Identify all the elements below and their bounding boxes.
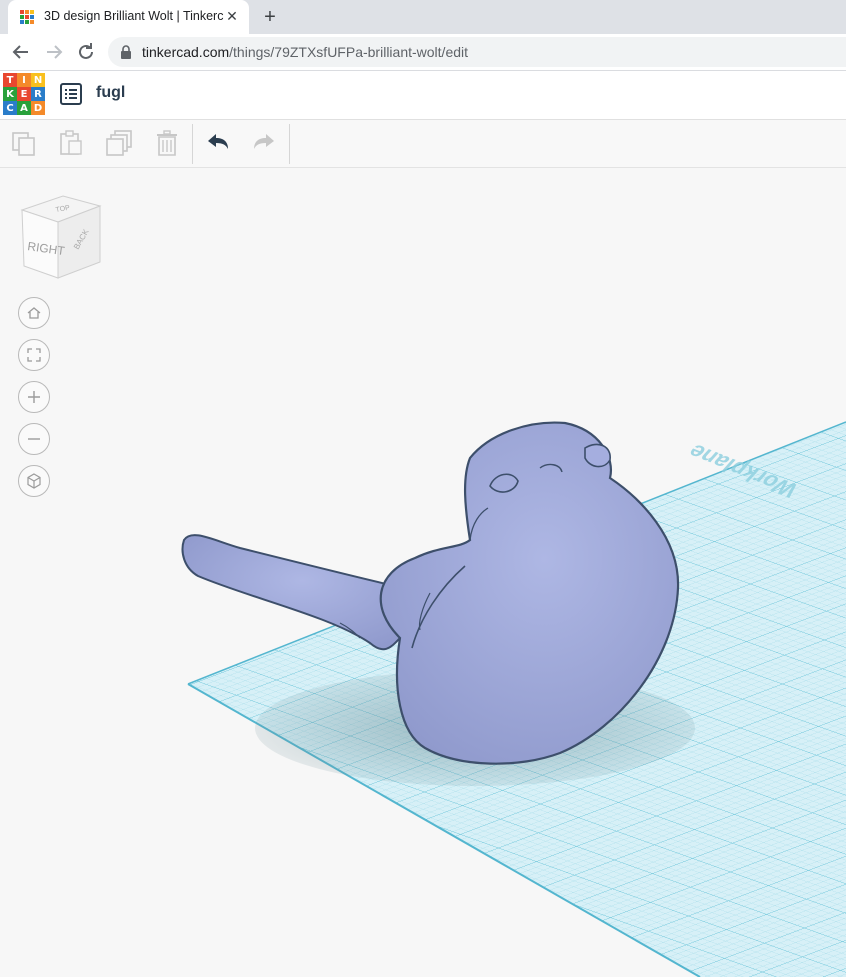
- zoom-in-icon[interactable]: [18, 381, 50, 413]
- logo-letter-a: A: [17, 101, 31, 115]
- copy-icon[interactable]: [9, 128, 39, 158]
- toolbar-divider: [192, 124, 193, 164]
- view-cube[interactable]: TOP RIGHT BACK: [18, 192, 106, 284]
- zoom-out-icon[interactable]: [18, 423, 50, 455]
- edit-toolbar: [0, 120, 846, 168]
- fit-view-icon[interactable]: [18, 339, 50, 371]
- toolbar-divider: [289, 124, 290, 164]
- address-bar[interactable]: tinkercad.com/things/79ZTXsfUFPa-brillia…: [108, 37, 846, 67]
- url-text[interactable]: tinkercad.com/things/79ZTXsfUFPa-brillia…: [142, 44, 468, 60]
- ortho-view-icon[interactable]: [18, 465, 50, 497]
- redo-icon[interactable]: [250, 128, 280, 158]
- browser-tab[interactable]: 3D design Brilliant Wolt | Tinkercad ✕: [8, 0, 249, 34]
- forward-icon[interactable]: [42, 40, 66, 64]
- workplane-scene[interactable]: Workplane: [0, 168, 846, 977]
- 3d-viewport[interactable]: Workplane TOP RIGHT BACK: [0, 168, 846, 977]
- logo-letter-r: R: [31, 87, 45, 101]
- logo-letter-t: T: [3, 73, 17, 87]
- logo-letter-d: D: [31, 101, 45, 115]
- back-icon[interactable]: [9, 40, 33, 64]
- logo-letter-n: N: [31, 73, 45, 87]
- reload-icon[interactable]: [74, 40, 98, 64]
- browser-toolbar: tinkercad.com/things/79ZTXsfUFPa-brillia…: [0, 34, 846, 71]
- lock-icon[interactable]: [120, 45, 132, 59]
- logo-letter-e: E: [17, 87, 31, 101]
- browser-tab-strip: 3D design Brilliant Wolt | Tinkercad ✕ +: [0, 0, 846, 34]
- design-list-icon[interactable]: [59, 82, 83, 106]
- app-header: TINKERCAD fugl: [0, 71, 846, 120]
- tab-close-icon[interactable]: ✕: [223, 7, 241, 25]
- new-tab-button[interactable]: +: [259, 6, 281, 28]
- delete-icon[interactable]: [152, 128, 182, 158]
- logo-letter-c: C: [3, 101, 17, 115]
- paste-icon[interactable]: [56, 128, 86, 158]
- logo-letter-k: K: [3, 87, 17, 101]
- undo-icon[interactable]: [202, 128, 232, 158]
- home-view-icon[interactable]: [18, 297, 50, 329]
- design-name[interactable]: fugl: [96, 84, 125, 102]
- duplicate-icon[interactable]: [104, 128, 134, 158]
- tinkercad-logo[interactable]: TINKERCAD: [3, 73, 45, 115]
- tab-title: 3D design Brilliant Wolt | Tinkercad: [44, 9, 224, 23]
- logo-letter-i: I: [17, 73, 31, 87]
- tinkercad-favicon-icon: [20, 10, 34, 24]
